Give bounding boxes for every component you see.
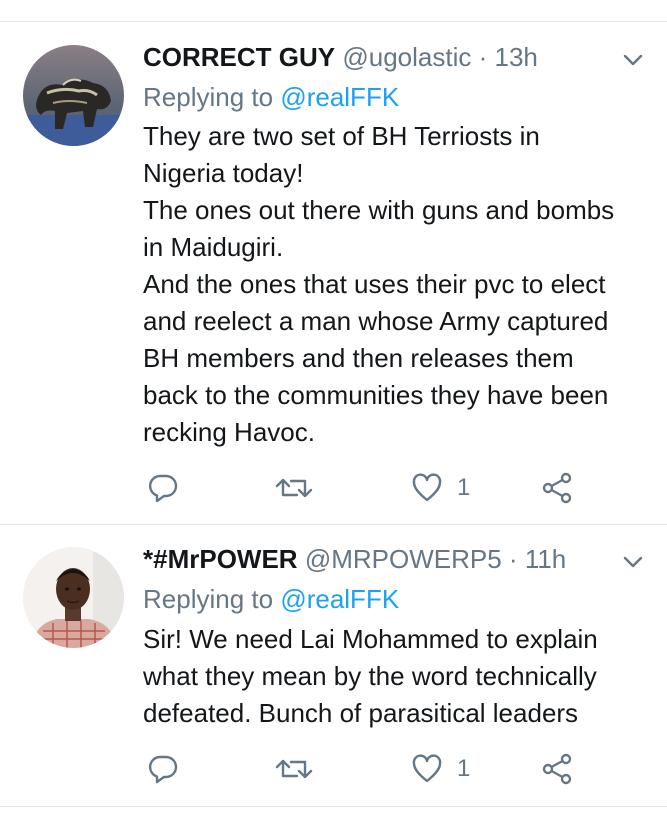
reply-icon: [147, 753, 179, 785]
like-button[interactable]: 1: [411, 749, 470, 789]
tweet-header: CORRECT GUY @ugolastic · 13h: [143, 42, 538, 72]
retweet-button[interactable]: [274, 468, 314, 508]
tweet-text-line: and reelect a man whose Army captured: [143, 306, 609, 336]
like-count: 1: [457, 755, 471, 782]
share-icon: [540, 753, 574, 785]
tweet[interactable]: *#MrPOWER @MRPOWERP5 · 11h Replying to @…: [0, 525, 667, 810]
tweet-header: *#MrPOWER @MRPOWERP5 · 11h: [143, 544, 566, 574]
separator: ·: [508, 544, 518, 574]
tweet-text-line: Sir! We need Lai Mohammed to explain: [143, 624, 598, 654]
tweet-text-line: The ones out there with guns and bombs: [143, 195, 615, 225]
share-button[interactable]: [540, 749, 574, 789]
display-name[interactable]: CORRECT GUY: [143, 42, 335, 72]
tweet-text-line: recking Havoc.: [143, 417, 315, 447]
replying-prefix: Replying to: [143, 82, 274, 112]
tweet-actions: 1: [143, 468, 643, 508]
retweet-icon: [274, 472, 314, 504]
replying-to: Replying to @realFFK: [143, 584, 399, 614]
tweet-text-line: Nigeria today!: [143, 158, 304, 188]
avatar[interactable]: [23, 45, 124, 146]
tweet-text: They are two set of BH Terriosts in Nige…: [143, 118, 658, 451]
retweet-button[interactable]: [274, 749, 314, 789]
reply-button[interactable]: [147, 749, 179, 789]
replying-prefix: Replying to: [143, 584, 274, 614]
retweet-icon: [274, 753, 314, 785]
tweet-text-line: defeated. Bunch of parasitical leaders: [143, 698, 579, 728]
replying-to: Replying to @realFFK: [143, 82, 399, 112]
share-icon: [540, 472, 574, 504]
like-icon: [411, 472, 443, 504]
tweet-text-line: They are two set of BH Terriosts in: [143, 121, 540, 151]
tweet-actions: 1: [143, 749, 643, 789]
tweet[interactable]: CORRECT GUY @ugolastic · 13h Replying to…: [0, 0, 667, 525]
tweet-text-line: in Maidugiri.: [143, 232, 284, 262]
like-icon: [411, 753, 443, 785]
like-button[interactable]: 1: [411, 468, 470, 508]
chevron-down-icon[interactable]: [621, 550, 645, 574]
user-handle[interactable]: @MRPOWERP5: [305, 544, 502, 574]
reply-icon: [147, 472, 179, 504]
tweet-text-line: BH members and then releases them: [143, 343, 574, 373]
chevron-down-icon[interactable]: [621, 48, 645, 72]
separator: ·: [478, 42, 488, 72]
like-count: 1: [457, 474, 471, 501]
tweet-text-line: And the ones that uses their pvc to elec…: [143, 269, 606, 299]
display-name[interactable]: *#MrPOWER: [143, 544, 298, 574]
reply-button[interactable]: [147, 468, 179, 508]
user-handle[interactable]: @ugolastic: [342, 42, 471, 72]
tweet-text: Sir! We need Lai Mohammed to explain wha…: [143, 621, 658, 732]
share-button[interactable]: [540, 468, 574, 508]
avatar[interactable]: [23, 547, 124, 648]
timestamp[interactable]: 13h: [495, 42, 538, 72]
mention-link[interactable]: @realFFK: [280, 82, 399, 112]
timestamp[interactable]: 11h: [525, 544, 566, 574]
tweet-text-line: back to the communities they have been: [143, 380, 609, 410]
mention-link[interactable]: @realFFK: [280, 584, 399, 614]
bottom-divider: [0, 806, 667, 807]
tweet-text-line: what they mean by the word technically: [143, 661, 597, 691]
